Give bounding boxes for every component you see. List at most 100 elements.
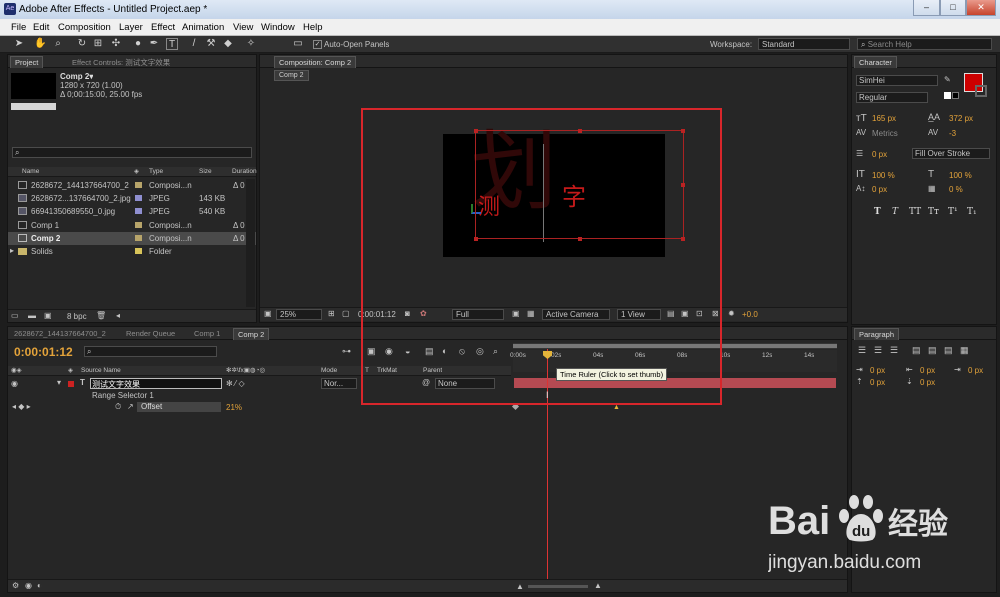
justify-left-icon[interactable]: ▤ [912, 345, 921, 356]
menu-animation[interactable]: Animation [182, 22, 224, 33]
menu-file[interactable]: File [11, 22, 26, 33]
stroke-color-swatch[interactable] [975, 85, 987, 97]
header-type[interactable]: Type [149, 168, 163, 175]
no-fill-icon[interactable] [944, 92, 951, 99]
puppet-tool-icon[interactable]: ✧ [245, 38, 257, 50]
zoom-out-icon[interactable]: ▲ [516, 582, 524, 591]
timeline-current-time[interactable]: 0:00:01:12 [14, 345, 73, 359]
tab-comp-1[interactable]: Comp 1 [190, 328, 224, 340]
selection-tool-icon[interactable]: ➤ [13, 38, 25, 50]
camera-tool-icon[interactable]: ⊞ [92, 38, 104, 50]
visibility-eye-icon[interactable]: ◉ [11, 379, 18, 388]
comp-info-name[interactable]: Comp 2▾ [60, 72, 93, 81]
toggle-switches-icon[interactable]: ⚙ [12, 581, 19, 590]
keyframe-navigator-icon[interactable]: ◂ ◆ ▸ [12, 402, 31, 411]
expand-arrow-icon[interactable]: ▾ [57, 378, 61, 387]
horizontal-scale-value[interactable]: 100 % [949, 171, 972, 180]
stopwatch-icon[interactable]: ⏱ [115, 402, 121, 412]
interpret-footage-icon[interactable]: ▭ [11, 311, 19, 320]
menu-composition[interactable]: Composition [58, 22, 111, 33]
comp-breadcrumb[interactable]: Comp 2 [274, 70, 309, 81]
exposure-value[interactable]: +0.0 [742, 310, 758, 319]
zoom-tool-icon[interactable]: ⌕ [52, 38, 64, 50]
menu-window[interactable]: Window [261, 22, 295, 33]
justify-all-icon[interactable]: ▦ [960, 345, 969, 356]
tab-composition[interactable]: Composition: Comp 2 [274, 56, 357, 68]
menu-help[interactable]: Help [303, 22, 323, 33]
tab-effect-controls[interactable]: Effect Controls: 测试文字效果 [68, 56, 174, 68]
all-caps-button[interactable]: TT [909, 207, 921, 217]
brush-tool-icon[interactable]: / [188, 38, 200, 50]
align-left-icon[interactable]: ☰ [858, 345, 866, 356]
left-indent-value[interactable]: 0 px [870, 366, 885, 375]
maximize-button[interactable]: □ [940, 0, 966, 16]
list-item-selected[interactable]: Comp 2 Composi...n Δ 0 [8, 232, 256, 245]
type-tool-icon[interactable]: T [166, 38, 178, 50]
layer-switch-icons[interactable]: ✻ ⁄ ◇ [226, 379, 245, 388]
menu-edit[interactable]: Edit [33, 22, 49, 33]
blend-mode-select[interactable]: Nor... [321, 378, 357, 389]
header-size[interactable]: Size [199, 168, 212, 175]
title-safe-icon[interactable]: ⊞ [328, 309, 335, 318]
tracking-value[interactable]: -3 [949, 129, 956, 138]
always-preview-icon[interactable]: ▣ [264, 309, 272, 318]
range-selector-label[interactable]: Range Selector 1 [92, 391, 154, 400]
scroll-left-icon[interactable]: ◂ [116, 311, 120, 320]
tab-comp-2[interactable]: Comp 2 [233, 328, 270, 340]
label-tag-icon[interactable]: ◈ [134, 167, 139, 175]
toggle-timing-icon[interactable]: ◐ [37, 581, 42, 590]
rotate-tool-icon[interactable]: ↻ [76, 38, 88, 50]
first-line-indent-value[interactable]: 0 px [968, 366, 983, 375]
new-composition-icon[interactable]: ▣ [44, 311, 52, 320]
expand-arrow-icon[interactable]: ▸ [10, 246, 14, 255]
superscript-button[interactable]: T¹ [948, 207, 958, 217]
keyframe-marker-selected[interactable]: ▲ [613, 404, 620, 411]
eraser-tool-icon[interactable]: ◆ [222, 38, 234, 50]
layer-name-field[interactable]: 测试文字效果 [90, 378, 222, 389]
justify-center-icon[interactable]: ▤ [928, 345, 937, 356]
faux-italic-button[interactable]: T [892, 207, 898, 217]
black-swatch-icon[interactable] [952, 92, 959, 99]
hand-tool-icon[interactable]: ✋ [34, 38, 46, 50]
list-item[interactable]: 66941350689550_0.jpg JPEG 540 KB [8, 205, 256, 218]
workspace-select[interactable]: Standard [758, 38, 850, 50]
exposure-icon[interactable]: ✹ [728, 309, 735, 318]
project-scrollbar[interactable] [246, 179, 255, 307]
leading-value[interactable]: 372 px [949, 114, 973, 123]
toggle-modes-icon[interactable]: ◉ [25, 581, 32, 590]
header-name[interactable]: Name [22, 168, 39, 175]
new-folder-icon[interactable]: ▬ [28, 311, 36, 320]
mask-tool-icon[interactable]: ● [132, 38, 144, 50]
list-item[interactable]: Comp 1 Composi...n Δ 0 [8, 219, 256, 232]
timeline-search-input[interactable]: ⌕ [84, 346, 217, 357]
menu-view[interactable]: View [233, 22, 253, 33]
space-after-value[interactable]: 0 px [920, 378, 935, 387]
header-mode[interactable]: Mode [321, 367, 337, 374]
subscript-button[interactable]: T₁ [967, 207, 977, 217]
delete-icon[interactable]: 🗑 [96, 311, 106, 320]
close-button[interactable]: ✕ [966, 0, 996, 16]
tab-paragraph[interactable]: Paragraph [854, 328, 900, 340]
kerning-value[interactable]: Metrics [872, 129, 898, 138]
vertical-scale-value[interactable]: 100 % [872, 171, 895, 180]
zoom-slider[interactable] [528, 585, 588, 588]
list-item[interactable]: 2628672...137664700_2.jpg JPEG 143 KB [8, 192, 256, 205]
align-center-icon[interactable]: ☰ [874, 345, 882, 356]
eyedropper-icon[interactable]: ✎ [944, 75, 951, 84]
justify-right-icon[interactable]: ▤ [944, 345, 953, 356]
header-duration[interactable]: Duration [232, 168, 257, 175]
font-style-select[interactable]: Regular [856, 92, 928, 103]
baseline-shift-value[interactable]: 0 px [872, 185, 887, 194]
list-item[interactable]: ▸ Solids Folder [8, 245, 256, 258]
faux-bold-button[interactable]: T [874, 207, 881, 217]
zoom-in-icon[interactable]: ▲ [594, 581, 602, 590]
mask-visibility-icon[interactable]: ▢ [342, 309, 350, 318]
space-before-value[interactable]: 0 px [870, 378, 885, 387]
menu-layer[interactable]: Layer [119, 22, 143, 33]
stroke-mode-select[interactable]: Fill Over Stroke [912, 148, 990, 159]
header-source-name[interactable]: Source Name [81, 367, 121, 374]
offset-value[interactable]: 21% [226, 403, 242, 412]
search-help-field[interactable]: ⌕ Search Help [857, 38, 992, 50]
font-family-select[interactable]: SimHei [856, 75, 938, 86]
comp-mini-flowchart-icon[interactable]: ⊶ [342, 346, 351, 357]
